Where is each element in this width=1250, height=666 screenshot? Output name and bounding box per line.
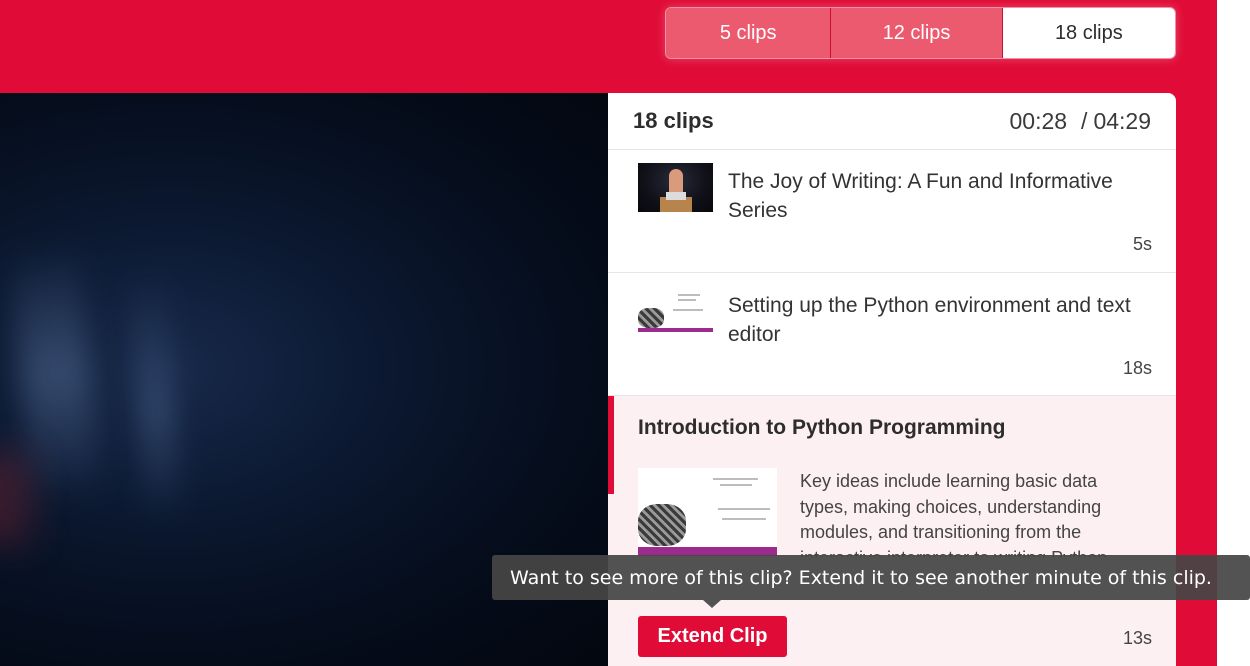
clip-item[interactable]: The Joy of Writing: A Fun and Informativ… (608, 150, 1176, 273)
video-frame-highlight (126, 271, 184, 525)
clip-title: Setting up the Python environment and te… (728, 294, 1131, 346)
current-time: 00:28 (1009, 107, 1068, 134)
tooltip-arrow (703, 600, 721, 608)
clip-duration: 5s (1132, 234, 1152, 254)
clip-duration: 18s (1122, 358, 1152, 378)
extend-clip-tooltip: Want to see more of this clip? Extend it… (492, 555, 1250, 600)
time-separator: / (1081, 107, 1088, 134)
clip-thumbnail (638, 163, 713, 212)
clip-item[interactable]: Setting up the Python environment and te… (608, 273, 1176, 396)
active-clip-title: Introduction to Python Programming (638, 416, 1006, 439)
active-indicator (608, 396, 614, 494)
active-clip-description: Key ideas include learning basic data ty… (800, 471, 1107, 557)
active-clip-item[interactable]: Introduction to Python Programming Key i… (608, 396, 1176, 666)
total-time: 04:29 (1093, 107, 1151, 134)
active-clip-thumbnail (638, 468, 777, 556)
tab-18-clips[interactable]: 18 clips (1001, 8, 1175, 58)
panel-header: 18 clips 00:28 /04:29 (608, 93, 1176, 150)
playback-time: 00:28 /04:29 (1009, 108, 1151, 135)
clip-thumbnail (638, 290, 713, 334)
panel-title: 18 clips (633, 108, 714, 133)
clip-count-selector: 5 clips 12 clips 18 clips (665, 7, 1176, 59)
extend-clip-button[interactable]: Extend Clip (638, 616, 787, 657)
clip-title: The Joy of Writing: A Fun and Informativ… (728, 170, 1113, 222)
tab-5-clips[interactable]: 5 clips (666, 8, 831, 58)
video-frame-glow (0, 453, 30, 543)
tab-12-clips[interactable]: 12 clips (830, 8, 1002, 58)
active-clip-duration: 13s (1122, 628, 1152, 648)
